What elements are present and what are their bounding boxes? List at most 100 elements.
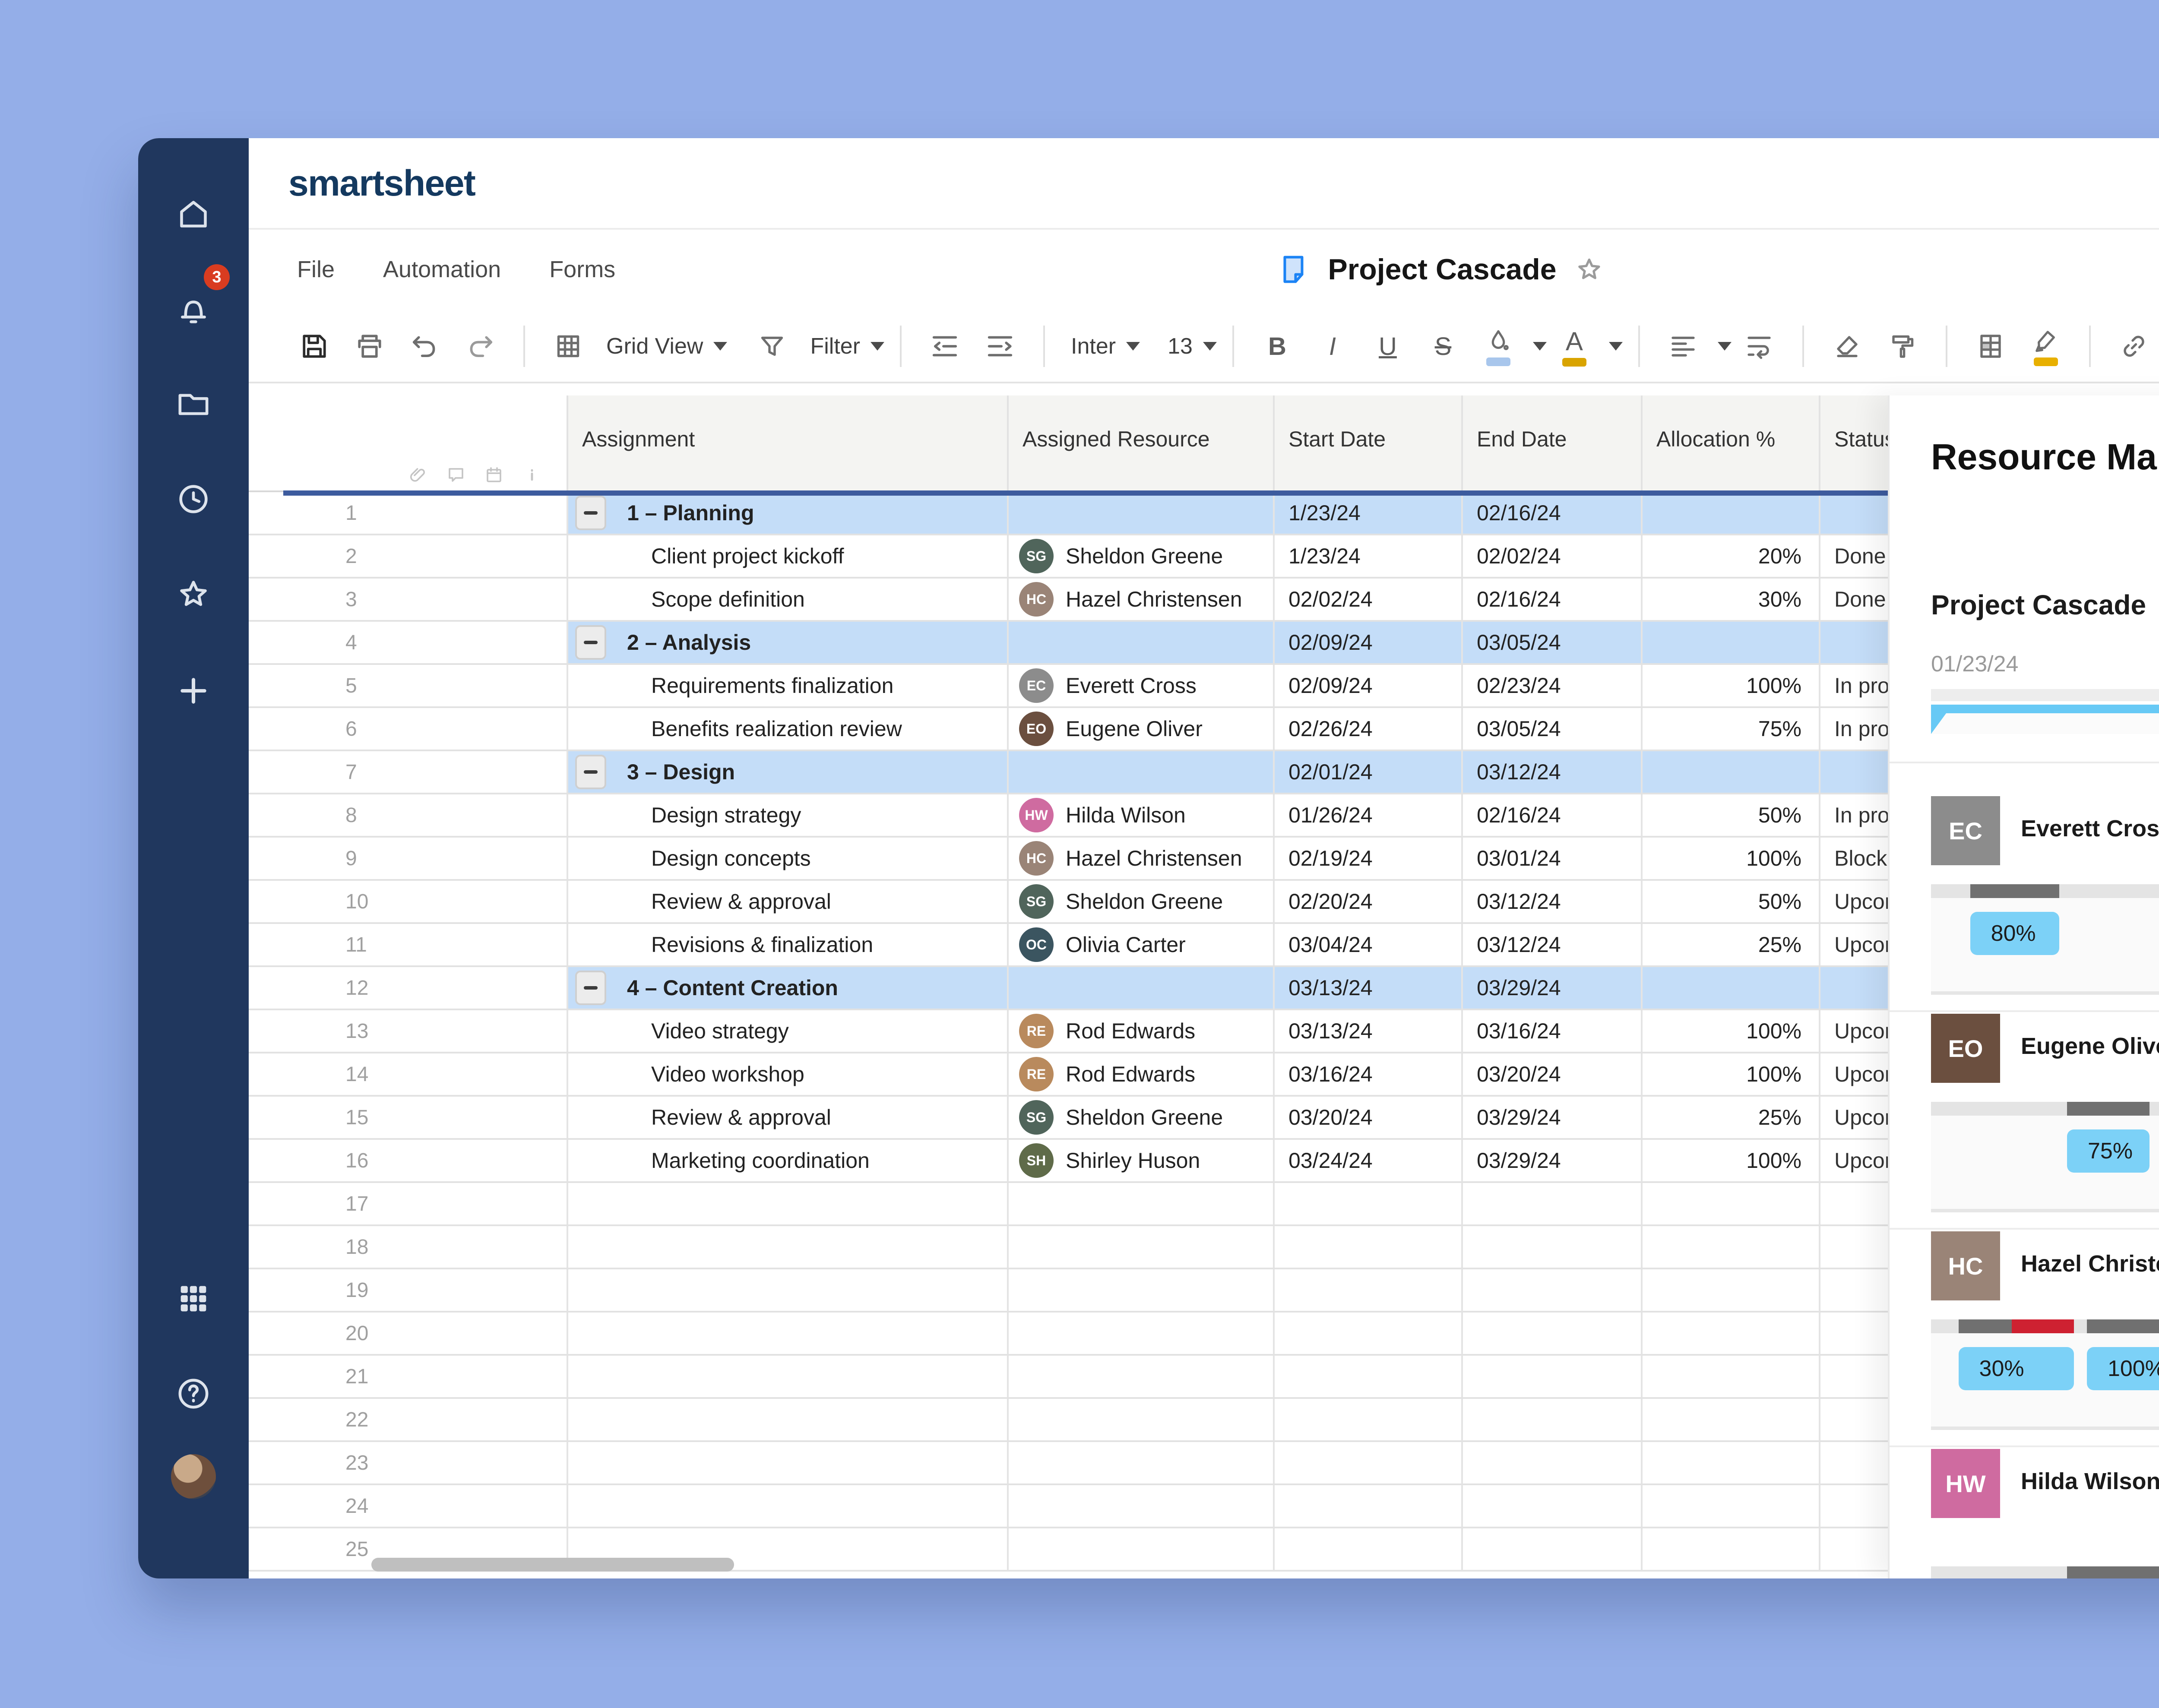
table-row[interactable]: 1 1 – Planning 1/23/24 02/16/24 — [249, 490, 2035, 535]
column-header-end-date[interactable]: End Date — [1463, 395, 1643, 490]
end-date-cell[interactable]: 03/12/24 — [1463, 751, 1643, 793]
resource-row[interactable]: EC Everett Crosse 80% — [1890, 796, 2159, 1014]
start-date-cell[interactable]: 02/20/24 — [1275, 881, 1463, 922]
end-date-cell[interactable]: 03/16/24 — [1463, 1010, 1643, 1052]
start-date-cell[interactable]: 01/26/24 — [1275, 794, 1463, 836]
allocation-cell[interactable]: 100% — [1643, 1010, 1820, 1052]
asg-cell[interactable] — [568, 1399, 1009, 1440]
assignment-cell[interactable]: Requirements finalization — [568, 665, 1009, 706]
assignment-cell[interactable]: Design strategy — [568, 794, 1009, 836]
assignment-cell[interactable]: Video workshop — [568, 1053, 1009, 1095]
dt-cell[interactable] — [1275, 1442, 1463, 1483]
table-row[interactable]: 23 — [249, 1442, 2035, 1485]
italic-button[interactable]: I — [1312, 320, 1353, 372]
resource-cell[interactable] — [1009, 751, 1275, 793]
dt-cell[interactable] — [1275, 1356, 1463, 1397]
resource-row[interactable]: HCHazel Christensen30%100%25% — [1890, 1231, 2159, 1449]
resource-cell[interactable]: SG Sheldon Greene — [1009, 535, 1275, 577]
collapse-button[interactable] — [575, 755, 606, 789]
res-cell[interactable] — [1009, 1442, 1275, 1483]
start-date-cell[interactable]: 03/20/24 — [1275, 1097, 1463, 1138]
end-date-cell[interactable]: 03/29/24 — [1463, 1097, 1643, 1138]
dt2-cell[interactable] — [1463, 1183, 1643, 1224]
font-size-selector[interactable]: 13 — [1168, 333, 1193, 359]
table-row[interactable]: 6 Benefits realization review EO Eugene Oli… — [249, 708, 2035, 751]
assignment-cell[interactable]: Scope definition — [568, 579, 1009, 620]
dt-cell[interactable] — [1275, 1226, 1463, 1268]
start-date-cell[interactable]: 02/09/24 — [1275, 665, 1463, 706]
home-icon[interactable] — [174, 195, 212, 233]
end-date-cell[interactable]: 03/01/24 — [1463, 838, 1643, 879]
row-number[interactable]: 3 — [249, 579, 568, 620]
end-date-cell[interactable]: 03/29/24 — [1463, 1140, 1643, 1181]
dt2-cell[interactable] — [1463, 1226, 1643, 1268]
favorite-star-icon[interactable] — [1574, 254, 1605, 285]
row-number[interactable]: 22 — [249, 1399, 568, 1440]
row-number[interactable]: 4 — [249, 622, 568, 663]
assignment-cell[interactable]: Review & approval — [568, 881, 1009, 922]
allocation-chip[interactable]: 100% — [2086, 1347, 2159, 1390]
al-cell[interactable] — [1643, 1485, 1820, 1527]
dt2-cell[interactable] — [1463, 1313, 1643, 1354]
res-cell[interactable] — [1009, 1269, 1275, 1311]
al-cell[interactable] — [1643, 1399, 1820, 1440]
resource-cell[interactable] — [1009, 967, 1275, 1009]
table-row[interactable]: 5 Requirements finalization EC Everett Cros… — [249, 665, 2035, 708]
res-cell[interactable] — [1009, 1183, 1275, 1224]
al-cell[interactable] — [1643, 1356, 1820, 1397]
strikethrough-button[interactable]: S — [1422, 320, 1464, 372]
assignment-cell[interactable]: 3 – Design — [568, 751, 1009, 793]
resource-cell[interactable]: RE Rod Edwards — [1009, 1053, 1275, 1095]
assignment-cell[interactable]: 2 – Analysis — [568, 622, 1009, 663]
app-launcher-icon[interactable] — [174, 1280, 212, 1318]
help-icon[interactable] — [174, 1375, 212, 1413]
fill-color-button[interactable] — [1478, 320, 1519, 372]
resource-cell[interactable]: SG Sheldon Greene — [1009, 1097, 1275, 1138]
collapse-button[interactable] — [575, 625, 606, 660]
allocation-cell[interactable]: 100% — [1643, 665, 1820, 706]
dt-cell[interactable] — [1275, 1183, 1463, 1224]
allocation-chip[interactable]: 30% — [1958, 1347, 2074, 1390]
column-header-assigned-resource[interactable]: Assigned Resource — [1009, 395, 1275, 490]
row-number[interactable]: 13 — [249, 1010, 568, 1052]
table-row[interactable]: 20 — [249, 1313, 2035, 1356]
res-cell[interactable] — [1009, 1356, 1275, 1397]
table-row[interactable]: 13 Video strategy RE Rod Edwards 03/13/24 03/… — [249, 1010, 2035, 1053]
res-cell[interactable] — [1009, 1226, 1275, 1268]
table-row[interactable]: 14 Video workshop RE Rod Edwards 03/16/24 03/… — [249, 1053, 2035, 1097]
assignment-cell[interactable]: Review & approval — [568, 1097, 1009, 1138]
dt-cell[interactable] — [1275, 1485, 1463, 1527]
table-row[interactable]: 10 Review & approval SG Sheldon Greene 02/20… — [249, 881, 2035, 924]
end-date-cell[interactable]: 03/20/24 — [1463, 1053, 1643, 1095]
wrap-text-button[interactable] — [1738, 320, 1780, 372]
highlight-button[interactable] — [2025, 320, 2067, 372]
row-number[interactable]: 19 — [249, 1269, 568, 1311]
al-cell[interactable] — [1643, 1528, 1820, 1570]
indent-button[interactable] — [979, 320, 1021, 372]
allocation-cell[interactable]: 25% — [1643, 1097, 1820, 1138]
outdent-button[interactable] — [924, 320, 966, 372]
align-button[interactable] — [1662, 320, 1704, 372]
allocation-cell[interactable] — [1643, 622, 1820, 663]
start-date-cell[interactable]: 02/09/24 — [1275, 622, 1463, 663]
table-row[interactable]: 4 2 – Analysis 02/09/24 03/05/24 — [249, 622, 2035, 665]
resource-cell[interactable] — [1009, 622, 1275, 663]
user-avatar[interactable] — [171, 1454, 216, 1499]
assignment-cell[interactable]: 4 – Content Creation — [568, 967, 1009, 1009]
start-date-cell[interactable]: 1/23/24 — [1275, 535, 1463, 577]
dt2-cell[interactable] — [1463, 1356, 1643, 1397]
row-number[interactable]: 24 — [249, 1485, 568, 1527]
table-row[interactable]: 22 — [249, 1399, 2035, 1442]
clear-format-button[interactable] — [1827, 320, 1868, 372]
allocation-chip[interactable]: 80% — [1970, 912, 2060, 955]
view-selector[interactable]: Grid View — [606, 333, 703, 359]
end-date-cell[interactable]: 03/12/24 — [1463, 924, 1643, 965]
asg-cell[interactable] — [568, 1485, 1009, 1527]
row-number[interactable]: 9 — [249, 838, 568, 879]
table-row[interactable]: 24 — [249, 1485, 2035, 1528]
row-number[interactable]: 15 — [249, 1097, 568, 1138]
assignment-cell[interactable]: Video strategy — [568, 1010, 1009, 1052]
table-row[interactable]: 11 Revisions & finalization OC Olivia Carte… — [249, 924, 2035, 967]
start-date-cell[interactable]: 03/13/24 — [1275, 967, 1463, 1009]
collapse-button[interactable] — [575, 971, 606, 1005]
